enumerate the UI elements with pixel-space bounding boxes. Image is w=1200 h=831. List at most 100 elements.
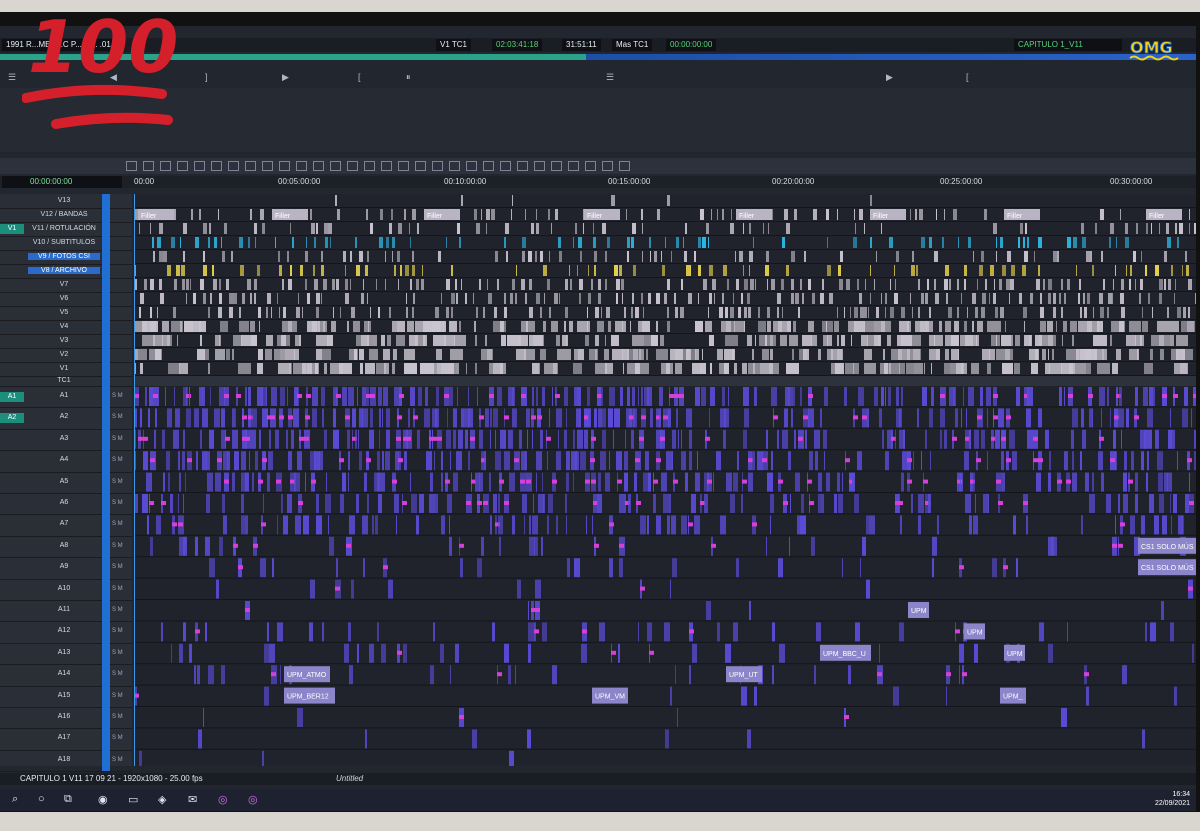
audio-clip[interactable] xyxy=(208,665,214,685)
track-header-v9[interactable]: V9 / FOTOS CSI xyxy=(0,250,132,265)
audio-keyframe[interactable] xyxy=(276,479,281,484)
video-clip[interactable] xyxy=(392,251,393,262)
audio-keyframe[interactable] xyxy=(1003,565,1008,570)
video-clip[interactable] xyxy=(664,293,667,304)
audio-clip[interactable] xyxy=(614,408,620,428)
video-clip[interactable] xyxy=(635,363,640,374)
audio-clip[interactable] xyxy=(556,515,558,535)
audio-clip[interactable] xyxy=(200,429,202,449)
audio-keyframe[interactable] xyxy=(877,672,882,677)
track-select-toggle[interactable] xyxy=(102,194,110,208)
audio-keyframe[interactable] xyxy=(149,501,154,505)
audio-clip[interactable] xyxy=(600,451,606,471)
video-clip[interactable] xyxy=(324,223,328,234)
timeline-tool-button[interactable] xyxy=(432,161,443,171)
video-clip[interactable] xyxy=(714,293,715,304)
video-clip[interactable] xyxy=(1113,279,1114,290)
record-mark-in-icon[interactable]: [ xyxy=(966,72,969,82)
video-clip[interactable] xyxy=(926,321,933,332)
audio-clip[interactable] xyxy=(953,387,956,406)
video-clip[interactable] xyxy=(1164,279,1166,290)
audio-clip[interactable] xyxy=(1027,429,1033,449)
video-clip[interactable] xyxy=(786,265,789,276)
audio-clip[interactable] xyxy=(286,429,288,449)
audio-clip[interactable] xyxy=(638,622,639,642)
video-clip[interactable] xyxy=(1141,251,1142,262)
video-clip[interactable] xyxy=(441,293,442,304)
audio-clip[interactable] xyxy=(1161,601,1164,620)
video-clip[interactable] xyxy=(1053,307,1056,318)
video-clip[interactable] xyxy=(1148,293,1150,304)
video-clip[interactable] xyxy=(755,335,756,346)
video-clip[interactable] xyxy=(233,335,242,346)
audio-keyframe[interactable] xyxy=(1118,543,1123,548)
track-header-v8[interactable]: V8 / ARCHIVO xyxy=(0,264,132,279)
track-select-toggle[interactable] xyxy=(102,557,110,579)
video-clip[interactable] xyxy=(274,349,280,360)
audio-clip[interactable] xyxy=(879,643,880,663)
audio-clip[interactable] xyxy=(556,451,561,471)
audio-clip[interactable] xyxy=(1157,451,1163,471)
video-clip[interactable] xyxy=(233,293,237,304)
splice-icon[interactable]: ⏸ xyxy=(406,72,411,83)
audio-clip-label[interactable]: UPM xyxy=(911,608,927,615)
audio-clip[interactable] xyxy=(747,729,751,749)
audio-clip[interactable] xyxy=(1121,429,1122,449)
audio-keyframe[interactable] xyxy=(195,629,200,634)
audio-clip[interactable] xyxy=(789,536,790,556)
audio-clip[interactable] xyxy=(148,408,150,428)
video-clip[interactable] xyxy=(140,363,143,374)
audio-clip[interactable] xyxy=(232,429,238,449)
video-clip[interactable] xyxy=(1081,223,1084,234)
mark-in-icon[interactable]: [ xyxy=(358,72,361,82)
video-clip[interactable] xyxy=(493,363,506,374)
video-clip[interactable] xyxy=(476,223,480,234)
video-clip[interactable] xyxy=(294,349,295,360)
audio-clip[interactable] xyxy=(287,387,288,406)
audio-clip[interactable] xyxy=(918,515,921,535)
audio-keyframe[interactable] xyxy=(1112,543,1117,548)
audio-clip[interactable] xyxy=(268,451,273,471)
tc-track-strip[interactable] xyxy=(134,376,1196,386)
video-clip[interactable] xyxy=(413,293,415,304)
video-clip[interactable] xyxy=(654,251,657,262)
audio-clip[interactable] xyxy=(1153,387,1155,406)
audio-clip[interactable] xyxy=(672,429,676,449)
audio-clip[interactable] xyxy=(183,622,186,642)
video-clip[interactable] xyxy=(1090,251,1092,262)
video-clip[interactable] xyxy=(758,321,766,332)
audio-clip[interactable] xyxy=(973,472,975,492)
audio-clip[interactable] xyxy=(419,494,424,513)
video-clip[interactable] xyxy=(254,279,257,290)
audio-keyframe[interactable] xyxy=(150,458,155,463)
audio-keyframe[interactable] xyxy=(552,479,557,484)
video-clip[interactable] xyxy=(1047,321,1053,332)
audio-clip[interactable] xyxy=(940,429,942,449)
audio-clip[interactable] xyxy=(479,429,483,449)
video-clip[interactable] xyxy=(152,237,154,248)
video-clip[interactable] xyxy=(556,335,560,346)
audio-clip[interactable] xyxy=(528,601,529,620)
audio-clip[interactable] xyxy=(754,686,757,706)
video-clip[interactable] xyxy=(890,307,894,318)
video-clip[interactable] xyxy=(340,307,341,318)
audio-clip[interactable] xyxy=(900,515,902,535)
video-clip[interactable] xyxy=(777,293,781,304)
audio-clip[interactable] xyxy=(509,750,514,766)
video-clip[interactable] xyxy=(698,237,701,248)
audio-clip[interactable] xyxy=(259,429,261,449)
audio-clip[interactable] xyxy=(536,472,537,492)
video-clip[interactable] xyxy=(924,363,925,374)
video-clip[interactable] xyxy=(1052,349,1054,360)
video-clip[interactable] xyxy=(762,349,769,360)
video-clip[interactable] xyxy=(1035,349,1038,360)
audio-clip[interactable] xyxy=(534,536,538,556)
audio-clip[interactable] xyxy=(901,387,903,406)
audio-clip[interactable] xyxy=(743,387,749,406)
video-clip[interactable] xyxy=(961,363,963,374)
audio-keyframe[interactable] xyxy=(304,436,309,441)
audio-clip[interactable] xyxy=(653,494,656,513)
video-clip[interactable] xyxy=(973,251,974,262)
video-clip[interactable] xyxy=(153,335,163,346)
audio-clip[interactable] xyxy=(365,729,367,749)
